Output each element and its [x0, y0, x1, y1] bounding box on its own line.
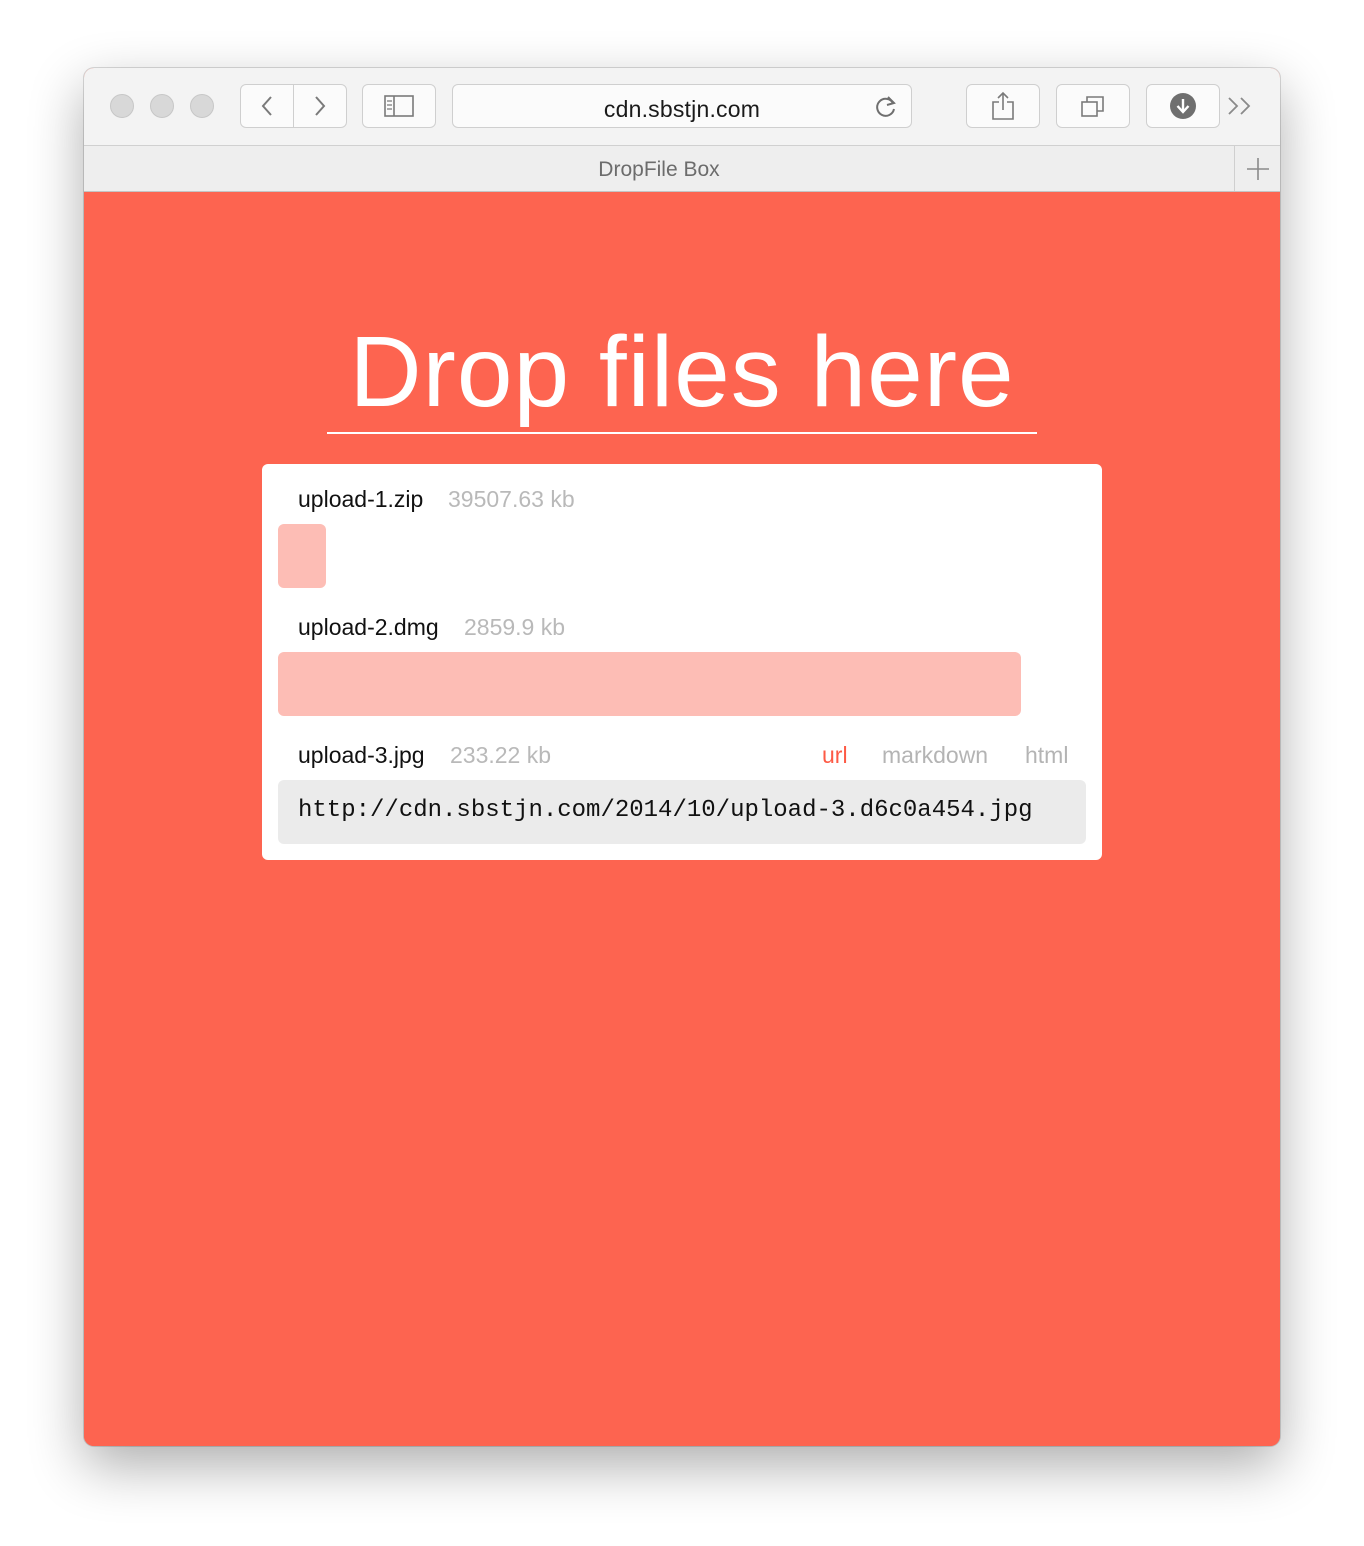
format-tab-url[interactable]: url [822, 742, 848, 769]
new-tab-button[interactable] [1234, 146, 1280, 191]
file-name: upload-2.dmg [298, 614, 439, 640]
sidebar-icon [384, 95, 414, 117]
link-output-text[interactable]: http://cdn.sbstjn.com/2014/10/upload-3.d… [298, 797, 1033, 824]
link-output-field[interactable]: http://cdn.sbstjn.com/2014/10/upload-3.d… [278, 780, 1086, 844]
upload-progress-fill [278, 524, 327, 588]
plus-icon [1246, 157, 1269, 180]
upload-progress-fill [278, 652, 1022, 716]
upload-item-header: upload-3.jpg 233.22 kb url markdown html [262, 736, 1102, 776]
drop-zone[interactable]: Drop files here upload-1.zip 39507.63 kb… [84, 192, 1280, 1446]
upload-progress [278, 524, 1086, 588]
share-icon [992, 91, 1014, 120]
chevron-right-icon [315, 96, 326, 116]
sidebar-button[interactable] [362, 84, 436, 128]
chevron-left-icon [261, 96, 272, 116]
file-size: 39507.63 kb [448, 486, 575, 512]
zoom-window-button[interactable] [190, 94, 214, 118]
format-tab-html[interactable]: html [1025, 742, 1068, 769]
downloads-button[interactable] [1146, 84, 1220, 128]
share-button[interactable] [966, 84, 1040, 128]
format-tab-markdown[interactable]: markdown [882, 742, 988, 769]
back-button[interactable] [240, 84, 294, 128]
reload-icon[interactable] [873, 94, 899, 120]
drop-zone-title: Drop files here [327, 310, 1037, 434]
forward-button[interactable] [293, 84, 347, 128]
file-size: 233.22 kb [450, 742, 552, 768]
file-name: upload-3.jpg [298, 742, 425, 768]
close-window-button[interactable] [110, 94, 134, 118]
tab-title[interactable]: DropFile Box [84, 158, 1234, 182]
uploads-panel: upload-1.zip 39507.63 kb upload-2.dmg 28… [262, 464, 1102, 860]
address-bar[interactable]: cdn.sbstjn.com [452, 84, 912, 128]
browser-window: cdn.sbstjn.com DropFile Box Drop files h… [84, 68, 1280, 1446]
tabs-overview-button[interactable] [1056, 84, 1130, 128]
download-icon [1170, 93, 1196, 119]
file-size: 2859.9 kb [464, 614, 566, 640]
upload-progress [278, 652, 1086, 716]
address-text: cdn.sbstjn.com [603, 96, 761, 122]
double-chevron-right-icon[interactable] [1226, 92, 1256, 120]
file-name: upload-1.zip [298, 486, 424, 512]
tab-bar: DropFile Box [84, 146, 1280, 192]
minimize-window-button[interactable] [150, 94, 174, 118]
upload-item-header: upload-1.zip 39507.63 kb [262, 480, 1102, 520]
tabs-icon [1081, 96, 1104, 117]
browser-toolbar: cdn.sbstjn.com [84, 68, 1280, 146]
upload-item-header: upload-2.dmg 2859.9 kb [262, 608, 1102, 648]
